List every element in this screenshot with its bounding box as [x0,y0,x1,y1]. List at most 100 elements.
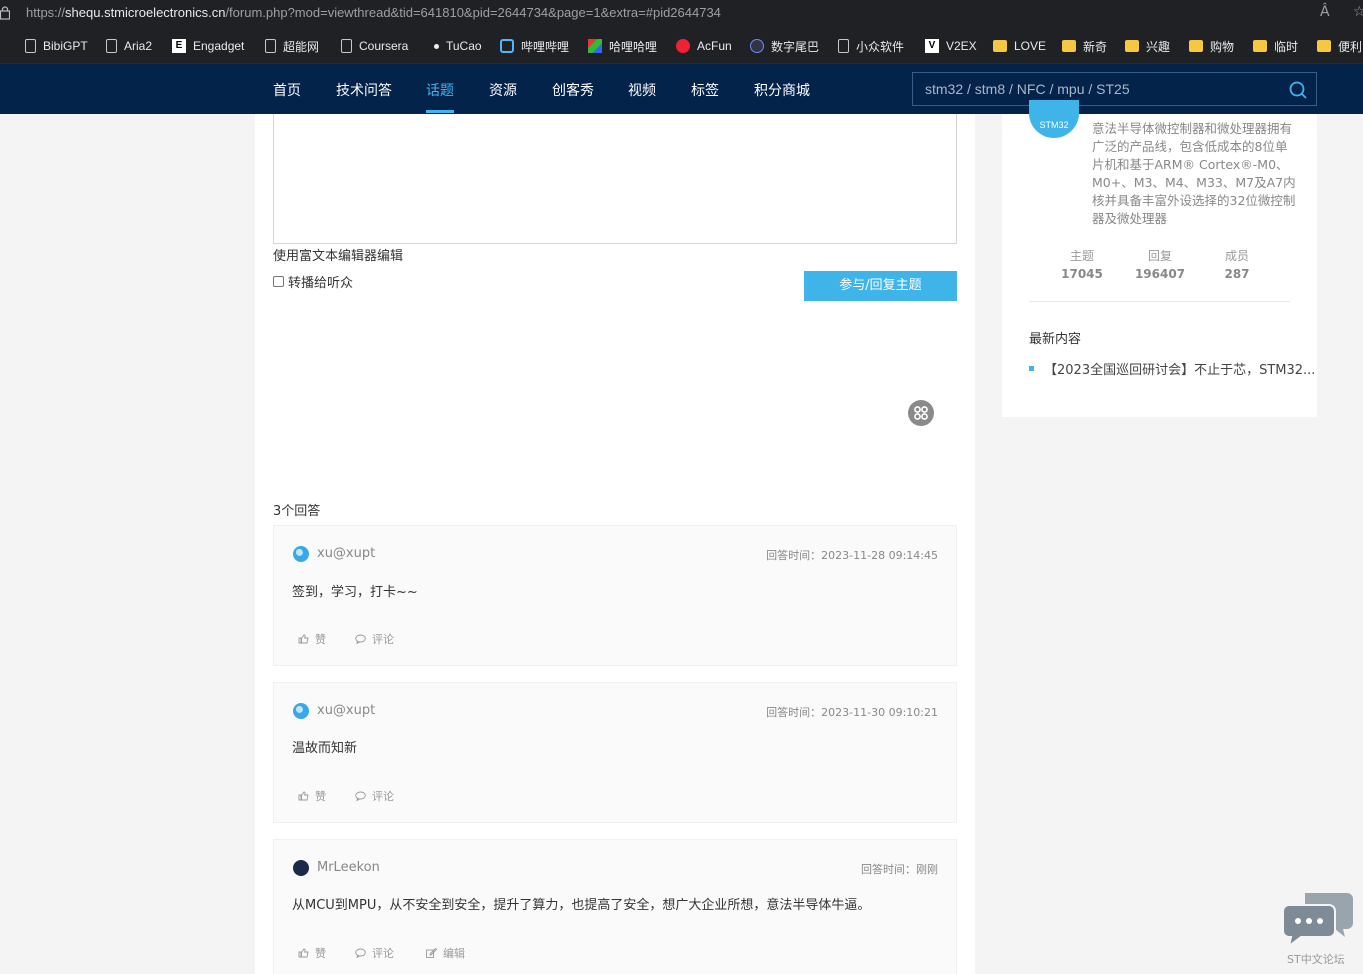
nav-item-tags[interactable]: 标签 [691,80,719,100]
address-bar: https://shequ.stmicroelectronics.cn/foru… [0,0,1363,27]
broadcast-option[interactable]: 转播给听众 [273,272,353,291]
stat-replies: 回复 196407 [1134,249,1186,281]
answer-item: MrLeekon 回答时间：刚刚 从MCU到MPU，从不安全到安全，提升了算力，… [273,839,957,974]
chat-bubble-icon[interactable] [1283,889,1355,947]
nav-item-resources[interactable]: 资源 [489,80,517,100]
chat-label[interactable]: ST中文论坛 [1287,951,1345,967]
nav-item-maker[interactable]: 创客秀 [552,80,594,100]
edit-button[interactable]: 编辑 [426,945,465,961]
answer-username[interactable]: xu@xupt [317,546,375,561]
stm32-logo[interactable]: STM32 [1029,100,1079,138]
nav-item-qa[interactable]: 技术问答 [336,80,392,100]
main-content: 使用富文本编辑器编辑 转播给听众 参与/回复主题 3个回答 xu@xupt 回答… [255,114,975,974]
folder-icon [993,40,1007,52]
answer-time: 回答时间：刚刚 [861,863,938,876]
answer-username[interactable]: MrLeekon [317,860,380,875]
forum-description: 意法半导体微控制器和微处理器拥有广泛的产品线，包含低成本的8位单片机和基于ARM… [1092,121,1296,226]
broadcast-label: 转播给听众 [288,276,354,291]
reply-editor[interactable] [273,114,957,244]
bullet-icon [1029,366,1034,371]
bookmark-item[interactable]: V V2EX [925,37,977,55]
url-text[interactable]: https://shequ.stmicroelectronics.cn/foru… [26,5,721,20]
folder-icon [1125,40,1139,52]
user-avatar[interactable] [293,546,309,562]
comment-button[interactable]: 评论 [355,788,394,804]
bookmark-label: 便利 [1338,39,1363,54]
bookmark-item[interactable]: TuCao [430,37,482,55]
folder-icon [1253,40,1267,52]
forum-sidebar: STM32 意法半导体微控制器和微处理器拥有广泛的产品线，包含低成本的8位单片机… [1002,100,1317,417]
bookmark-item[interactable]: Coursera [341,37,408,55]
page-icon [265,39,276,53]
search-icon[interactable] [1289,81,1307,99]
bookmark-label: 小众软件 [856,39,905,54]
like-button[interactable]: 赞 [298,631,326,647]
answer-body: 签到，学习，打卡~~ [292,585,418,600]
answer-item: xu@xupt 回答时间：2023-11-28 09:14:45 签到，学习，打… [273,525,957,666]
bookmark-label: 哔哩哔哩 [521,39,570,54]
bookmark-label: Coursera [359,39,409,53]
thumbs-up-icon [298,948,309,958]
bookmark-label: 新奇 [1083,39,1108,54]
comment-icon [355,948,366,958]
answer-body: 温故而知新 [292,741,358,756]
page-icon [106,39,117,53]
bilibili-icon [500,39,514,53]
comment-icon [355,791,366,801]
bookmark-item[interactable]: Aria2 [106,37,152,55]
bookmark-item[interactable]: 便利 [1317,37,1362,55]
bookmark-item[interactable]: 数字尾巴 [750,37,819,55]
bookmark-item[interactable]: 哈哩哈哩 [588,37,657,55]
bookmark-label: BibiGPT [43,39,88,53]
like-button[interactable]: 赞 [298,788,326,804]
bookmark-item[interactable]: 购物 [1189,37,1234,55]
search-input[interactable] [925,79,1275,99]
thumbs-up-icon [298,791,309,801]
bookmark-item[interactable]: 兴趣 [1125,37,1170,55]
answer-item: xu@xupt 回答时间：2023-11-30 09:10:21 温故而知新 赞… [273,682,957,823]
rich-text-editor-link[interactable]: 使用富文本编辑器编辑 [273,245,403,264]
answer-username[interactable]: xu@xupt [317,703,375,718]
folder-icon [1062,40,1076,52]
nav-item-topics[interactable]: 话题 [426,80,454,113]
bookmark-label: 购物 [1210,39,1235,54]
bookmark-item[interactable]: 临时 [1253,37,1298,55]
divider [1029,301,1290,302]
comment-button[interactable]: 评论 [355,945,394,961]
user-avatar[interactable] [293,703,309,719]
bookmark-item[interactable]: 超能网 [265,37,319,55]
answer-count: 3个回答 [273,504,321,519]
edit-icon [426,948,437,958]
dot-icon [434,43,439,49]
comment-button[interactable]: 评论 [355,631,394,647]
bookmarks-bar: 译BibiGPTAria2EEngadget超能网CourseraTuCao哔哩… [0,27,1363,64]
square-v-icon: V [925,39,939,53]
app-grid-button[interactable] [908,400,934,426]
bookmark-item[interactable]: 哔哩哔哩 [500,37,569,55]
favorite-icon[interactable]: ☆ [1353,4,1363,20]
bookmark-label: 超能网 [283,39,320,54]
bookmark-item[interactable]: LOVE [993,37,1046,55]
bookmark-label: LOVE [1014,39,1047,53]
bookmark-item[interactable]: E Engadget [172,37,244,55]
nav-item-home[interactable]: 首页 [273,80,301,100]
read-aloud-icon[interactable]: Â [1320,4,1330,20]
nav-item-video[interactable]: 视频 [628,80,656,100]
nav-item-store[interactable]: 积分商城 [754,80,810,100]
broadcast-checkbox[interactable] [273,276,284,287]
bookmark-item[interactable]: AcFun [676,37,732,55]
lock-icon[interactable] [0,6,10,20]
folder-icon [1317,40,1331,52]
bookmark-item[interactable]: BibiGPT [25,37,88,55]
bookmark-item[interactable]: 新奇 [1062,37,1107,55]
bookmark-label: TuCao [446,39,482,53]
page-icon [838,39,849,53]
bookmark-item[interactable]: 小众软件 [838,37,904,55]
answer-body: 从MCU到MPU，从不安全到安全，提升了算力，也提高了安全，想广大企业所想，意法… [292,898,871,913]
answer-time: 回答时间：2023-11-30 09:10:21 [766,706,938,719]
square-e-icon: E [172,39,186,53]
reply-button[interactable]: 参与/回复主题 [804,271,957,301]
like-button[interactable]: 赞 [298,945,326,961]
user-avatar[interactable] [293,860,309,876]
latest-item[interactable]: 【2023全国巡回研讨会】不止于芯，STM32... [1029,359,1315,378]
